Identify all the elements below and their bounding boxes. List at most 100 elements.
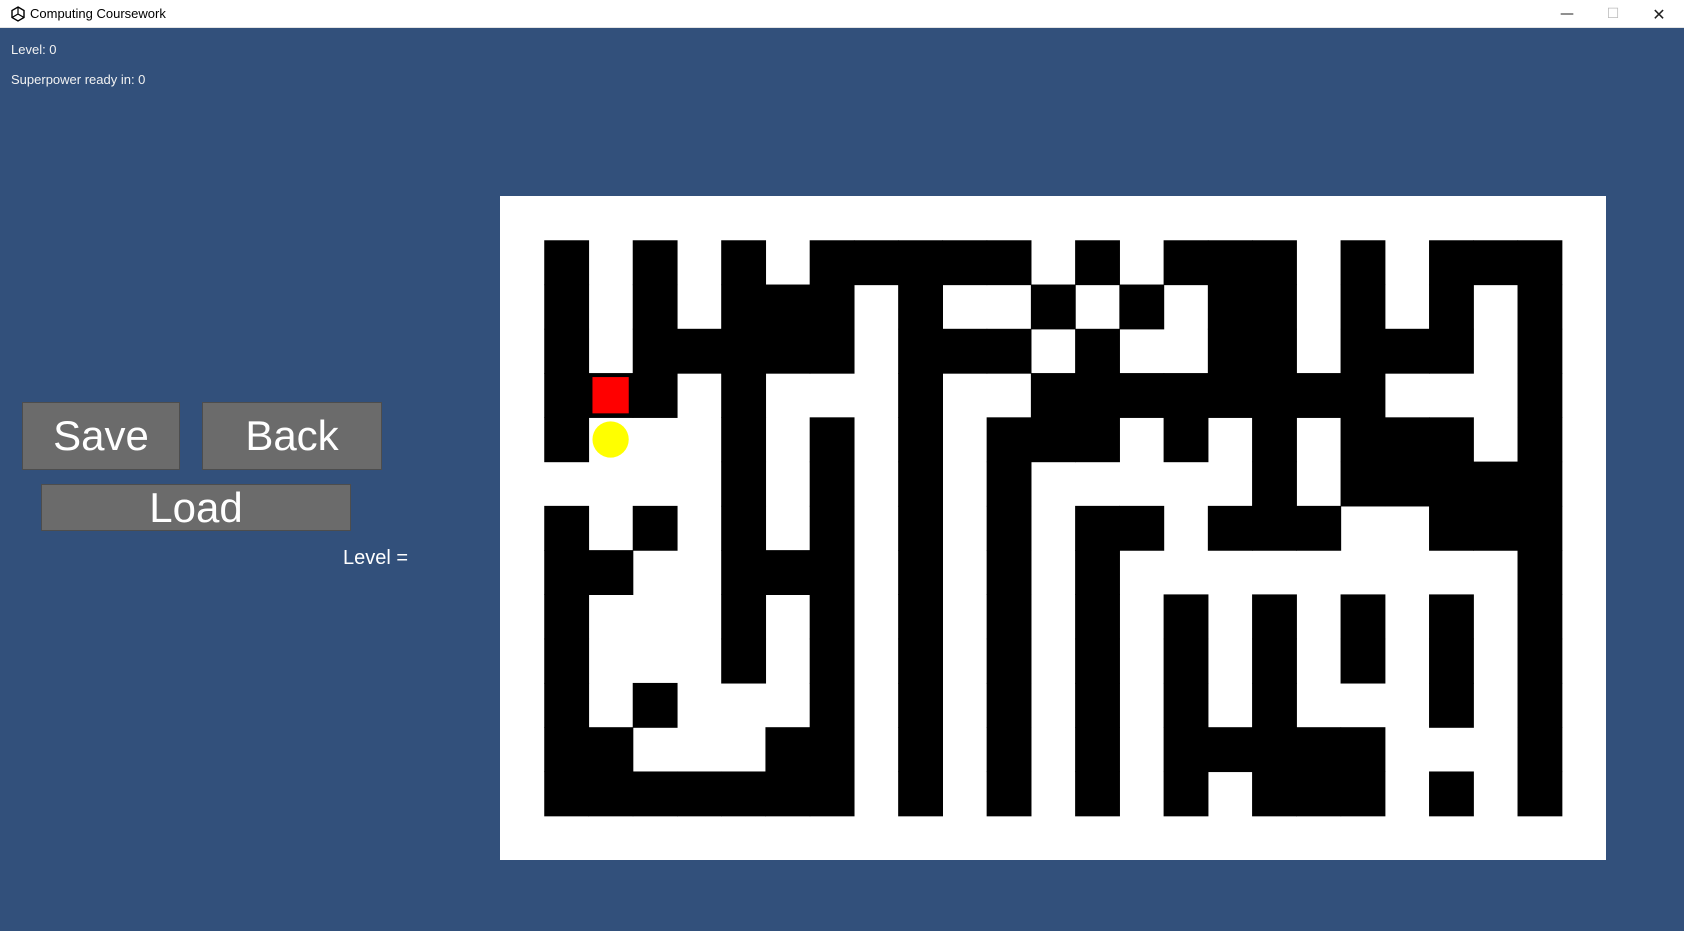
- maze-wall-cell: [544, 771, 590, 817]
- maze-wall-cell: [632, 682, 678, 728]
- save-button[interactable]: Save: [22, 402, 180, 470]
- maze-wall-cell: [898, 284, 943, 330]
- maze-wall-cell: [721, 417, 767, 463]
- maze-wall-cell: [1075, 638, 1120, 684]
- maze-wall-cell: [765, 550, 811, 595]
- maze-wall-cell: [1517, 638, 1563, 684]
- maze-wall-cell: [986, 638, 1032, 684]
- maze-wall-cell: [544, 550, 590, 595]
- maze-wall-cell: [588, 727, 634, 773]
- maze-wall-cell: [1207, 284, 1253, 330]
- maze-wall-cell: [588, 771, 634, 817]
- maze-wall-cell: [1252, 417, 1297, 463]
- maze-wall-cell: [809, 328, 855, 374]
- maze-wall-cell: [1075, 682, 1120, 728]
- maze-wall-cell: [721, 284, 767, 330]
- maze-wall-cell: [1429, 284, 1474, 330]
- maze-wall-cell: [1163, 417, 1209, 463]
- maze-wall-cell: [898, 373, 943, 418]
- maze-wall-cell: [1517, 240, 1563, 286]
- maze-wall-cell: [544, 594, 590, 640]
- maze-wall-cell: [1075, 550, 1120, 595]
- maze-wall-cell: [1252, 328, 1297, 374]
- maze-wall-cell: [1075, 771, 1120, 817]
- maze-wall-cell: [676, 771, 722, 817]
- maze-wall-cell: [986, 682, 1032, 728]
- maze-wall-cell: [1252, 505, 1297, 551]
- maze-wall-cell: [1517, 284, 1563, 330]
- enemy-block: [592, 377, 629, 414]
- maze-wall-cell: [809, 550, 855, 595]
- maze-wall-cell: [721, 240, 767, 286]
- maze-wall-cell: [1340, 638, 1386, 684]
- maze-wall-cell: [721, 461, 767, 507]
- maze-wall-cell: [544, 638, 590, 684]
- player-ball: [592, 421, 629, 458]
- maze-wall-cell: [1384, 417, 1430, 463]
- superpower-readout: Superpower ready in: 0: [11, 72, 146, 87]
- maze-wall-cell: [632, 328, 678, 374]
- maze-wall-cell: [1252, 682, 1297, 728]
- maze-wall-cell: [986, 328, 1032, 374]
- maze-wall-cell: [809, 682, 855, 728]
- maze-wall-cell: [632, 505, 678, 551]
- maze-wall-cell: [1340, 417, 1386, 463]
- maximize-button[interactable]: ☐: [1590, 0, 1636, 28]
- maze-wall-cell: [1030, 284, 1076, 330]
- maze-wall-cell: [1075, 594, 1120, 640]
- maze-wall-cell: [721, 638, 767, 684]
- maze-wall-cell: [1429, 461, 1474, 507]
- maze-wall-cell: [898, 727, 943, 773]
- maze-wall-cell: [1163, 594, 1209, 640]
- maze-wall-cell: [588, 550, 634, 595]
- maze-wall-cell: [765, 771, 811, 817]
- maze-wall-cell: [1163, 682, 1209, 728]
- maze-wall-cell: [632, 240, 678, 286]
- maze-wall-cell: [986, 771, 1032, 817]
- maze-wall-cell: [1119, 505, 1165, 551]
- maze-wall-cell: [1163, 373, 1209, 418]
- maze-wall-cell: [632, 284, 678, 330]
- maze-wall-cell: [721, 771, 767, 817]
- maze-wall-cell: [1075, 373, 1120, 418]
- maze-wall-cell: [1030, 373, 1076, 418]
- maze-wall-cell: [1296, 505, 1342, 551]
- maze-wall-cell: [898, 682, 943, 728]
- close-button[interactable]: ✕: [1636, 0, 1682, 28]
- maze-wall-cell: [1119, 373, 1165, 418]
- maze-wall-cell: [1075, 417, 1120, 463]
- maze-wall-cell: [1340, 373, 1386, 418]
- maze-board: [500, 196, 1606, 860]
- maze-wall-cell: [1207, 240, 1253, 286]
- maze-wall-cell: [721, 373, 767, 418]
- load-button[interactable]: Load: [41, 484, 351, 531]
- maze-wall-cell: [1473, 461, 1519, 507]
- maze-wall-cell: [1163, 638, 1209, 684]
- maze-wall-cell: [986, 505, 1032, 551]
- maze-wall-cell: [986, 727, 1032, 773]
- maze-wall-cell: [898, 771, 943, 817]
- maze-wall-cell: [1517, 417, 1563, 463]
- maze-wall-cell: [809, 594, 855, 640]
- maze-wall-cell: [1517, 594, 1563, 640]
- maze-wall-cell: [898, 240, 943, 286]
- back-button[interactable]: Back: [202, 402, 382, 470]
- maze-wall-cell: [1384, 461, 1430, 507]
- maze-wall-cell: [809, 284, 855, 330]
- maze-wall-cell: [1340, 461, 1386, 507]
- maze-wall-cell: [1075, 505, 1120, 551]
- maze-wall-cell: [986, 550, 1032, 595]
- maze-wall-cell: [544, 682, 590, 728]
- maze-wall-cell: [898, 328, 943, 374]
- maze-wall-cell: [1252, 771, 1297, 817]
- maze-wall-cell: [1296, 373, 1342, 418]
- maze-wall-cell: [1252, 373, 1297, 418]
- minimize-button[interactable]: —: [1544, 0, 1590, 28]
- maze-wall-cell: [986, 417, 1032, 463]
- maze-wall-cell: [1517, 550, 1563, 595]
- maze-wall-cell: [1517, 328, 1563, 374]
- maze-wall-cell: [853, 240, 899, 286]
- maze-wall-cell: [986, 240, 1032, 286]
- maze-wall-cell: [1429, 771, 1474, 817]
- maze-wall-cell: [1517, 505, 1563, 551]
